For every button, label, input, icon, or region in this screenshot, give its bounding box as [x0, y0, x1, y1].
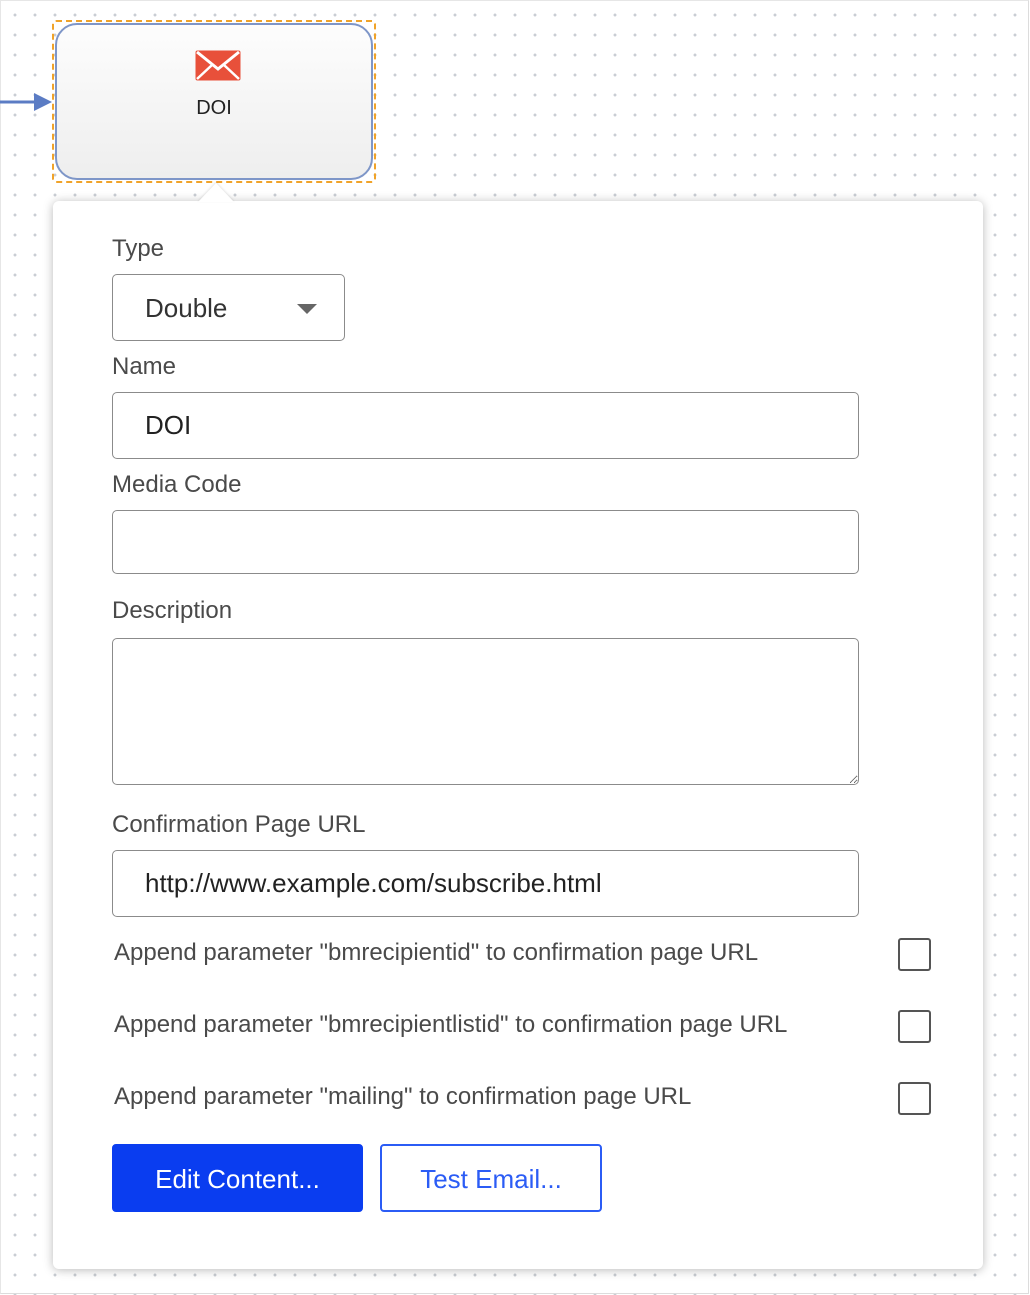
description-textarea[interactable] — [112, 638, 859, 785]
type-select[interactable]: Double — [112, 274, 345, 341]
option-mailing-checkbox[interactable] — [898, 1082, 931, 1115]
option-bmrecipientlistid-checkbox[interactable] — [898, 1010, 931, 1043]
envelope-icon — [195, 50, 241, 81]
confirmation-url-label: Confirmation Page URL — [112, 811, 366, 838]
type-label: Type — [112, 235, 165, 262]
option-mailing-label: Append parameter "mailing" to confirmati… — [114, 1083, 692, 1110]
name-label: Name — [112, 353, 177, 380]
doi-node[interactable]: DOI — [55, 23, 373, 180]
type-select-value: Double — [145, 293, 228, 323]
media-code-label: Media Code — [112, 471, 242, 498]
media-code-input[interactable] — [112, 510, 859, 574]
node-properties-panel: Type Double Name Media Code Description … — [53, 201, 983, 1269]
description-label: Description — [112, 597, 233, 624]
doi-node-selection[interactable]: DOI — [52, 20, 376, 183]
test-email-button[interactable]: Test Email... — [380, 1144, 602, 1212]
confirmation-url-input[interactable] — [112, 850, 859, 917]
option-bmrecipientlistid-label: Append parameter "bmrecipientlistid" to … — [114, 1011, 788, 1038]
option-bmrecipientid-label: Append parameter "bmrecipientid" to conf… — [114, 939, 759, 966]
panel-pointer — [198, 183, 234, 202]
edit-content-button[interactable]: Edit Content... — [112, 1144, 363, 1212]
name-input[interactable] — [112, 392, 859, 459]
node-label: DOI — [196, 97, 232, 119]
option-bmrecipientid-checkbox[interactable] — [898, 938, 931, 971]
incoming-connector-arrow — [0, 93, 52, 111]
chevron-down-icon — [297, 304, 317, 314]
